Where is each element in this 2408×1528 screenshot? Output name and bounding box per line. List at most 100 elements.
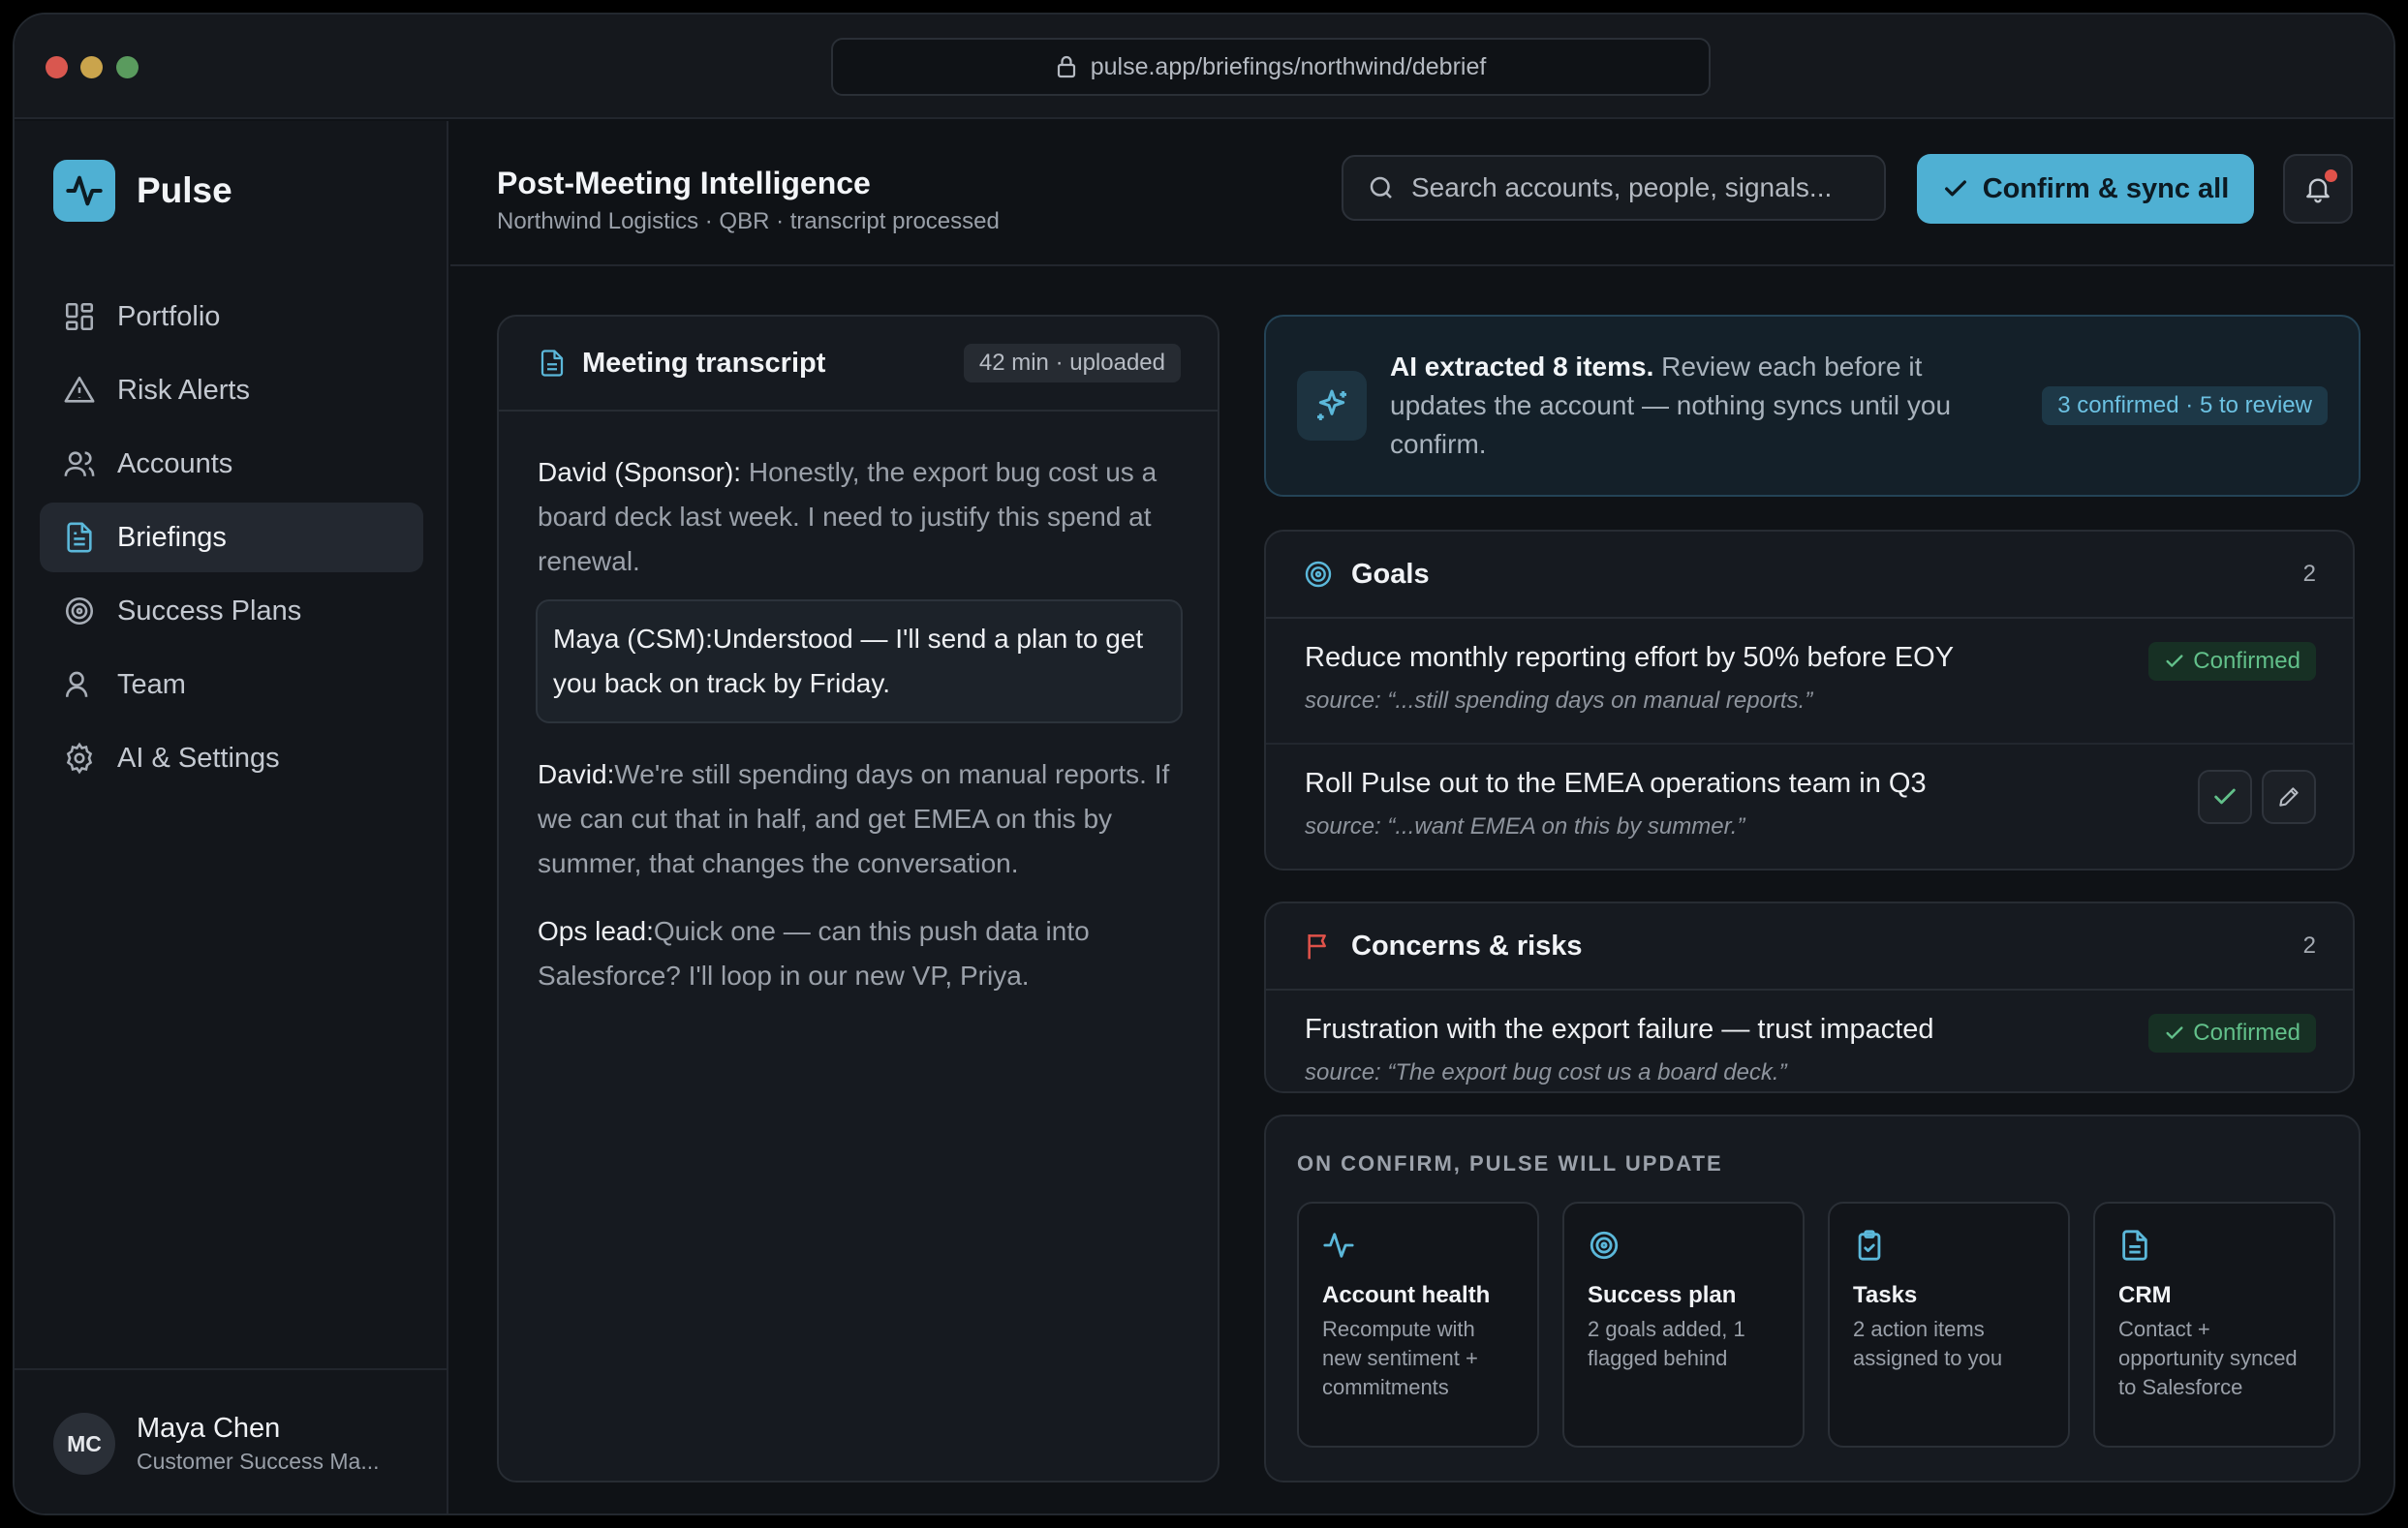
concern-source: source: “The export bug cost us a board … bbox=[1305, 1059, 1787, 1085]
tile-description: 2 goals added, 1 flagged behind bbox=[1588, 1317, 1745, 1370]
sidebar-item-label: Team bbox=[117, 668, 186, 700]
brand[interactable]: Pulse bbox=[53, 160, 232, 222]
sparkles-icon bbox=[1297, 371, 1367, 441]
goals-title: Goals bbox=[1351, 558, 1430, 590]
transcript-line: David:We're still spending days on manua… bbox=[538, 752, 1181, 886]
sidebar-item-briefings[interactable]: Briefings bbox=[40, 503, 423, 572]
sync-preview-tiles: Account health Recompute with new sentim… bbox=[1297, 1202, 2335, 1448]
page-title: Post-Meeting Intelligence bbox=[497, 166, 871, 200]
sidebar-item-label: Briefings bbox=[117, 521, 227, 553]
url-bar[interactable]: pulse.app/briefings/northwind/debrief bbox=[831, 38, 1711, 96]
sidebar-item-risk-alerts[interactable]: Risk Alerts bbox=[40, 355, 423, 425]
transcript-meta-badge: 42 min · uploaded bbox=[963, 344, 1181, 382]
concern-item[interactable]: Frustration with the export failure — tr… bbox=[1266, 991, 2353, 1091]
url-text: pulse.app/briefings/northwind/debrief bbox=[1090, 52, 1487, 80]
tile-description: 2 action items assigned to you bbox=[1853, 1317, 2003, 1370]
document-icon bbox=[540, 350, 564, 377]
browser-titlebar: pulse.app/briefings/northwind/debrief bbox=[15, 15, 2393, 119]
check-icon bbox=[1944, 180, 1966, 197]
sidebar-item-team[interactable]: Team bbox=[40, 650, 423, 719]
minimize-window-button[interactable] bbox=[80, 56, 103, 78]
sidebar-item-label: Accounts bbox=[117, 447, 233, 479]
confirmed-badge: Confirmed bbox=[2148, 642, 2316, 681]
lock-icon bbox=[1057, 55, 1075, 78]
maximize-window-button[interactable] bbox=[116, 56, 139, 78]
concerns-header: Concerns & risks 2 bbox=[1266, 903, 2353, 991]
pulse-icon bbox=[1323, 1233, 1354, 1258]
sidebar-nav: Portfolio Risk Alerts Accounts Briefings… bbox=[40, 282, 423, 797]
user-icon bbox=[65, 671, 88, 697]
target-icon bbox=[1305, 561, 1332, 588]
transcript-header: Meeting transcript 42 min · uploaded bbox=[499, 317, 1218, 412]
goal-actions bbox=[2198, 770, 2316, 824]
avatar: MC bbox=[53, 1413, 115, 1475]
edit-goal-button[interactable] bbox=[2262, 770, 2316, 824]
transcript-line: David (Sponsor): Honestly, the export bu… bbox=[538, 450, 1181, 584]
sidebar-item-label: Success Plans bbox=[117, 595, 302, 626]
user-profile[interactable]: MC Maya Chen Customer Success Ma... bbox=[15, 1368, 447, 1513]
document-icon bbox=[67, 522, 92, 553]
ai-extraction-banner: AI extracted 8 items. Review each before… bbox=[1264, 315, 2361, 497]
sync-preview-label: ON CONFIRM, PULSE WILL UPDATE bbox=[1297, 1151, 1723, 1176]
search-icon bbox=[1370, 176, 1392, 199]
tile-description: Contact + opportunity synced to Salesfor… bbox=[2118, 1317, 2298, 1399]
warning-icon bbox=[64, 376, 95, 403]
tile-title: Success plan bbox=[1588, 1282, 1737, 1308]
document-icon bbox=[2122, 1230, 2147, 1261]
confirm-goal-button[interactable] bbox=[2198, 770, 2252, 824]
search-box[interactable] bbox=[1342, 155, 1886, 221]
transcript-panel: Meeting transcript 42 min · uploaded Dav… bbox=[497, 315, 1219, 1482]
transcript-line: Ops lead:Quick one — can this push data … bbox=[538, 909, 1181, 998]
page-subtitle: Northwind Logistics · QBR · transcript p… bbox=[497, 208, 1000, 234]
confirmed-label: Confirmed bbox=[2193, 648, 2300, 674]
review-status-badge: 3 confirmed · 5 to review bbox=[2042, 386, 2328, 425]
main-content: Post-Meeting Intelligence Northwind Logi… bbox=[450, 121, 2393, 1513]
concerns-card: Concerns & risks 2 Frustration with the … bbox=[1264, 902, 2355, 1093]
notifications-button[interactable] bbox=[2283, 154, 2353, 224]
pulse-logo-icon bbox=[53, 160, 115, 222]
pencil-icon bbox=[2279, 787, 2299, 807]
confirm-sync-all-label: Confirm & sync all bbox=[1982, 172, 2230, 204]
sidebar-item-success-plans[interactable]: Success Plans bbox=[40, 576, 423, 646]
speaker-name: Ops lead: bbox=[538, 916, 654, 946]
update-tile-crm[interactable]: CRM Contact + opportunity synced to Sale… bbox=[2093, 1202, 2335, 1448]
sync-preview-panel: ON CONFIRM, PULSE WILL UPDATE Account he… bbox=[1264, 1115, 2361, 1482]
user-name: Maya Chen bbox=[137, 1413, 281, 1444]
goals-header: Goals 2 bbox=[1266, 532, 2353, 619]
concerns-title: Concerns & risks bbox=[1351, 930, 1583, 962]
target-icon bbox=[1590, 1231, 1619, 1260]
speaker-name: Maya (CSM): bbox=[553, 624, 713, 654]
notification-badge bbox=[2325, 169, 2337, 182]
check-icon bbox=[2166, 655, 2183, 667]
transcript-line-highlighted[interactable]: Maya (CSM):Understood — I'll send a plan… bbox=[536, 599, 1183, 723]
sidebar: Pulse Portfolio Risk Alerts Accounts Bri… bbox=[15, 121, 448, 1513]
update-tile-account-health[interactable]: Account health Recompute with new sentim… bbox=[1297, 1202, 1539, 1448]
sidebar-item-accounts[interactable]: Accounts bbox=[40, 429, 423, 499]
speaker-name: David: bbox=[538, 759, 615, 789]
brand-name: Pulse bbox=[137, 170, 232, 210]
update-tile-tasks[interactable]: Tasks 2 action items assigned to you bbox=[1828, 1202, 2070, 1448]
concerns-count: 2 bbox=[2302, 932, 2316, 959]
goal-source: source: “...want EMEA on this by summer.… bbox=[1305, 813, 1745, 840]
sidebar-item-ai-settings[interactable]: AI & Settings bbox=[40, 723, 423, 793]
transcript-title: Meeting transcript bbox=[582, 347, 826, 379]
confirmed-label: Confirmed bbox=[2193, 1020, 2300, 1046]
goals-card: Goals 2 Reduce monthly reporting effort … bbox=[1264, 530, 2355, 871]
sidebar-item-portfolio[interactable]: Portfolio bbox=[40, 282, 423, 351]
ai-banner-text: AI extracted 8 items. Review each before… bbox=[1390, 348, 2010, 464]
goal-item[interactable]: Roll Pulse out to the EMEA operations te… bbox=[1266, 745, 2353, 869]
tile-description: Recompute with new sentiment + commitmen… bbox=[1322, 1317, 1478, 1399]
close-window-button[interactable] bbox=[46, 56, 68, 78]
app-window: pulse.app/briefings/northwind/debrief Pu… bbox=[13, 13, 2395, 1515]
sidebar-item-label: AI & Settings bbox=[117, 742, 280, 774]
search-input[interactable] bbox=[1411, 172, 1867, 203]
tile-title: CRM bbox=[2118, 1282, 2172, 1308]
confirm-sync-all-button[interactable]: Confirm & sync all bbox=[1917, 154, 2254, 224]
transcript-body[interactable]: David (Sponsor): Honestly, the export bu… bbox=[499, 412, 1218, 998]
ai-banner-lead: AI extracted 8 items. bbox=[1390, 351, 1654, 382]
sidebar-item-label: Portfolio bbox=[117, 300, 221, 332]
goal-item[interactable]: Reduce monthly reporting effort by 50% b… bbox=[1266, 619, 2353, 745]
update-tile-success-plan[interactable]: Success plan 2 goals added, 1 flagged be… bbox=[1562, 1202, 1805, 1448]
target-icon bbox=[65, 596, 94, 626]
flag-icon bbox=[1308, 934, 1326, 960]
